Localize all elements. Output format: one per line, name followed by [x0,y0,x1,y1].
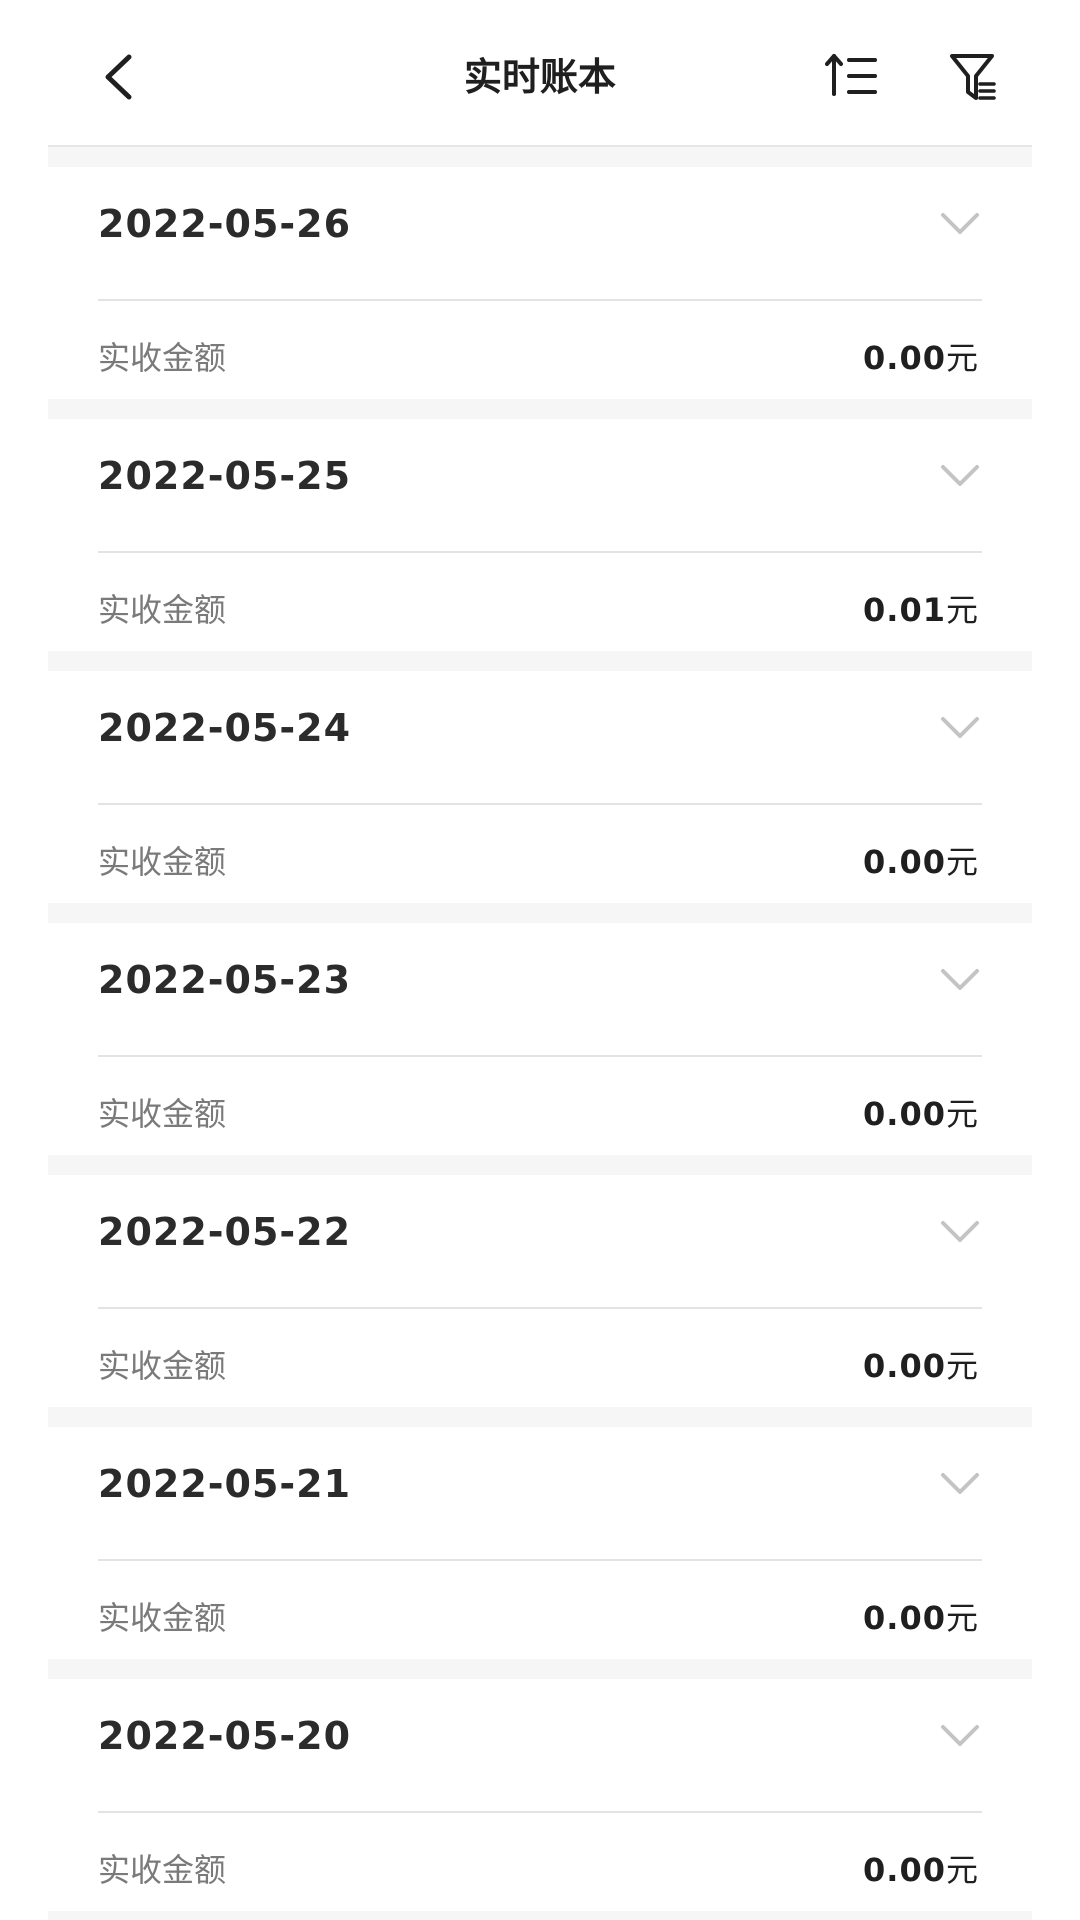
card-divider [98,299,982,301]
section-separator [48,147,1032,167]
ledger-card-header[interactable]: 2022-05-26 [48,167,1032,281]
ledger-card: 2022-05-22 实收金额 0.00元 [48,1175,1032,1407]
section-separator [48,1911,1032,1920]
currency-unit: 元 [945,591,978,629]
received-amount-value: 0.01元 [863,587,978,633]
sort-ascending-icon [825,54,877,96]
ledger-date: 2022-05-22 [98,1210,352,1254]
card-divider [98,803,982,805]
ledger-card: 2022-05-23 实收金额 0.00元 [48,923,1032,1155]
received-amount-label: 实收金额 [98,1347,227,1385]
received-amount-label: 实收金额 [98,843,227,881]
nav-bar: 实时账本 [0,0,1080,147]
ledger-date: 2022-05-21 [98,1462,352,1506]
page-title: 实时账本 [463,55,616,99]
ledger-card: 2022-05-24 实收金额 0.00元 [48,671,1032,903]
amount-number: 0.01 [863,591,946,629]
realtime-ledger-page: 实时账本 2022-05-26 实收金额 0.00元 2022-05-25 实收… [0,0,1080,1920]
ledger-date: 2022-05-23 [98,958,352,1002]
received-amount-value: 0.00元 [863,1595,978,1641]
filter-button[interactable] [948,50,998,104]
received-amount-value: 0.00元 [863,1343,978,1389]
sort-button[interactable] [825,50,879,104]
ledger-date: 2022-05-20 [98,1714,352,1758]
ledger-card-header[interactable]: 2022-05-24 [48,671,1032,785]
card-divider [98,1307,982,1309]
ledger-card-header[interactable]: 2022-05-20 [48,1679,1032,1793]
received-amount-label: 实收金额 [98,1095,227,1133]
ledger-date: 2022-05-25 [98,454,352,498]
chevron-down-icon [941,717,979,738]
currency-unit: 元 [945,1599,978,1637]
chevron-down-icon [941,1221,979,1242]
chevron-down-icon [941,465,979,486]
section-separator [48,399,1032,419]
chevron-down-icon [941,969,979,990]
received-amount-label: 实收金额 [98,339,227,377]
chevron-down-icon [941,213,979,234]
amount-number: 0.00 [863,339,946,377]
ledger-card: 2022-05-26 实收金额 0.00元 [48,167,1032,399]
currency-unit: 元 [945,1851,978,1889]
card-divider [98,1559,982,1561]
received-amount-label: 实收金额 [98,1851,227,1889]
section-separator [48,651,1032,671]
currency-unit: 元 [945,843,978,881]
section-separator [48,1155,1032,1175]
card-divider [98,551,982,553]
amount-number: 0.00 [863,1347,946,1385]
received-amount-label: 实收金额 [98,591,227,629]
ledger-card-header[interactable]: 2022-05-22 [48,1175,1032,1289]
ledger-date: 2022-05-24 [98,706,352,750]
section-separator [48,1659,1032,1679]
amount-number: 0.00 [863,1599,946,1637]
ledger-card: 2022-05-20 实收金额 0.00元 [48,1679,1032,1911]
chevron-down-icon [941,1473,979,1494]
received-amount-value: 0.00元 [863,1091,978,1137]
currency-unit: 元 [945,339,978,377]
card-divider [98,1055,982,1057]
amount-number: 0.00 [863,843,946,881]
ledger-list: 2022-05-26 实收金额 0.00元 2022-05-25 实收金额 0.… [48,147,1032,1920]
currency-unit: 元 [945,1347,978,1385]
received-amount-label: 实收金额 [98,1599,227,1637]
ledger-card-header[interactable]: 2022-05-25 [48,419,1032,533]
ledger-date: 2022-05-26 [98,202,352,246]
ledger-card-header[interactable]: 2022-05-21 [48,1427,1032,1541]
received-amount-value: 0.00元 [863,1847,978,1893]
section-separator [48,903,1032,923]
received-amount-value: 0.00元 [863,839,978,885]
ledger-card-header[interactable]: 2022-05-23 [48,923,1032,1037]
chevron-down-icon [941,1725,979,1746]
ledger-card: 2022-05-21 实收金额 0.00元 [48,1427,1032,1659]
card-divider [98,1811,982,1813]
currency-unit: 元 [945,1095,978,1133]
amount-number: 0.00 [863,1851,946,1889]
amount-number: 0.00 [863,1095,946,1133]
section-separator [48,1407,1032,1427]
ledger-card: 2022-05-25 实收金额 0.01元 [48,419,1032,651]
received-amount-value: 0.00元 [863,335,978,381]
filter-list-icon [950,54,996,100]
